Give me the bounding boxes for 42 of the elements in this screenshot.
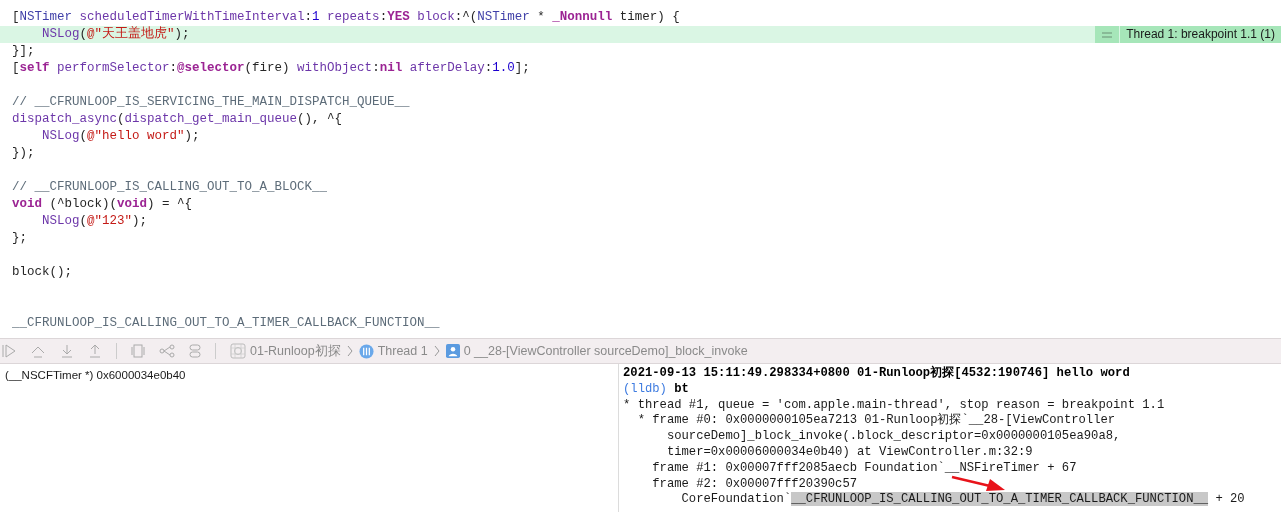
code-line: dispatch_async(dispatch_get_main_queue(), ^{ — [11, 111, 343, 128]
continue-icon[interactable] — [2, 344, 16, 358]
code-line: NSLog(@"123"); — [41, 213, 148, 230]
code-line: __CFRUNLOOP_IS_CALLING_OUT_TO_A_TIMER_CALLBACK_FUNCTION__ — [11, 315, 440, 332]
toggle-icon[interactable] — [189, 344, 201, 358]
code-line: }); — [11, 145, 35, 162]
app-grid-icon — [230, 343, 246, 359]
console-line: (lldb) bt — [623, 381, 689, 398]
code-line: // __CFRUNLOOP_IS_CALLING_OUT_TO_A_BLOCK__ — [11, 179, 328, 196]
chevron-right-icon — [346, 345, 353, 357]
console-line: frame #2: 0x00007fff20390c57 — [651, 476, 858, 492]
code-line: block(); — [11, 264, 72, 281]
annotation-arrow-drawing — [950, 475, 1006, 492]
console-line: CoreFoundation`__CFRUNLOOP_IS_CALLING_OUT_TO_A_TIMER_CALLBACK_FUNCTION__ + 20 — [680, 492, 1245, 509]
code-line: }]; — [11, 43, 35, 60]
code-line: [self performSelector:@selector(fire) withObject:nil afterDelay:1.0]; — [11, 60, 530, 77]
code-line: void (^block)(void) = ^{ — [11, 196, 193, 213]
breadcrumb-link[interactable]: 01-Runloop初探 — [250, 341, 341, 361]
code-line: [NSTimer scheduledTimerWithTimeInterval:1 repeats:YES block:^(NSTimer * _Nonnull timer) { — [11, 9, 680, 26]
code-line: NSLog(@"hello word"); — [41, 128, 200, 145]
view-hierarchy-icon[interactable] — [131, 344, 145, 358]
console-line: 2021-09-13 15:11:49.298334+0800 01-Runloop初探[4532:190746] hello word — [623, 366, 1130, 382]
console-line: * thread #1, queue = 'com.apple.main-thread', stop reason = breakpoint 1.1 — [623, 397, 1165, 413]
code-line: // __CFRUNLOOP_IS_SERVICING_THE_MAIN_DISPATCH_QUEUE__ — [11, 94, 410, 111]
console-line: timer=0x00006000034e0b40) at ViewController.m:32:9 — [665, 445, 1033, 461]
code-line: }; — [11, 230, 27, 247]
code-line: NSLog(@"天王盖地虎"); — [41, 26, 190, 43]
console-line: * frame #0: 0x0000000105ea7213 01-Runloop初探`__28-[ViewController — [636, 413, 1116, 430]
thread-icon — [358, 343, 374, 359]
chevron-right-icon — [433, 345, 440, 357]
breadcrumb-link[interactable]: 0 __28-[ViewController sourceDemo]_block_invoke — [463, 341, 748, 361]
breadcrumb-link[interactable]: Thread 1 — [377, 341, 428, 361]
breakpoint-equals-icon — [1095, 26, 1120, 43]
variable-row[interactable]: (__NSCFTimer *) 0x6000034e0b40 — [5, 367, 618, 385]
step-into-icon[interactable] — [60, 344, 74, 358]
step-out-icon[interactable] — [88, 344, 102, 358]
graph-icon[interactable] — [159, 344, 175, 358]
breakpoint-badge: Thread 1: breakpoint 1.1 (1) — [1120, 26, 1281, 43]
step-over-icon[interactable] — [30, 344, 46, 358]
console-line: frame #1: 0x00007fff2085aecb Foundation`__NSFireTimer + 67 — [651, 460, 1077, 477]
console-line: sourceDemo]_block_invoke(.block_descriptor=0x0000000105ea90a8, — [665, 429, 1121, 445]
person-frame-icon — [445, 344, 460, 358]
